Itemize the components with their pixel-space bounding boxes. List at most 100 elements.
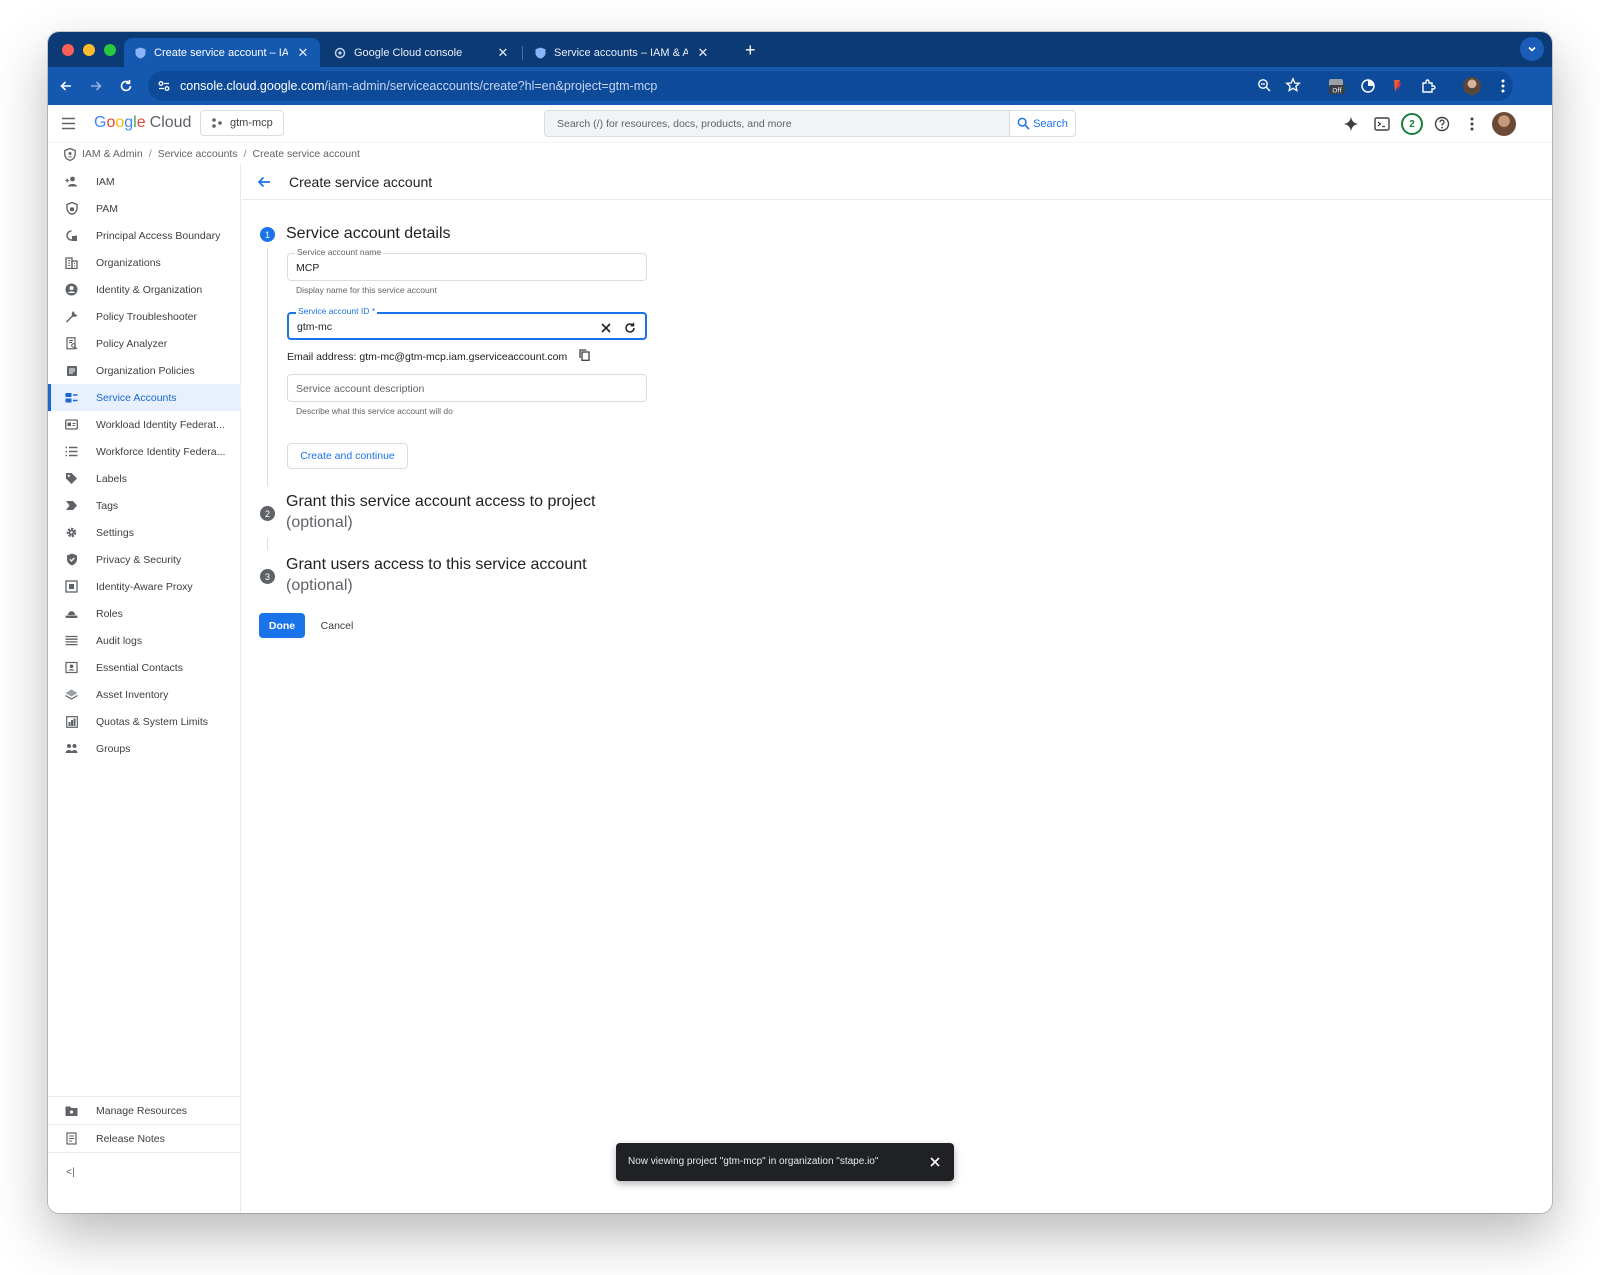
clear-icon[interactable] — [600, 321, 612, 339]
url-text: console.cloud.google.com/iam-admin/servi… — [180, 79, 657, 93]
create-and-continue-button[interactable]: Create and continue — [287, 443, 408, 469]
bookmark-star-icon[interactable] — [1285, 77, 1301, 98]
copy-icon[interactable] — [579, 349, 590, 364]
site-settings-icon[interactable] — [157, 79, 171, 98]
sidebar-item-roles[interactable]: Roles — [48, 600, 241, 627]
sidebar-item-settings[interactable]: Settings — [48, 519, 241, 546]
sidebar-item-quotas-system-limits[interactable]: Quotas & System Limits — [48, 708, 241, 735]
profile-avatar[interactable] — [1462, 76, 1482, 96]
sidebar-item-policy-troubleshooter[interactable]: Policy Troubleshooter — [48, 303, 241, 330]
person-add-icon — [65, 175, 78, 188]
address-bar[interactable]: console.cloud.google.com/iam-admin/servi… — [148, 71, 1513, 101]
sidebar-item-organizations[interactable]: Organizations — [48, 249, 241, 276]
extension-off-icon[interactable]: Off — [1326, 76, 1346, 96]
sidebar-item-workload-identity-federation[interactable]: Workload Identity Federat... — [48, 411, 241, 438]
sidebar-item-iam[interactable]: IAM — [48, 168, 241, 195]
sidebar-item-identity-organization[interactable]: Identity & Organization — [48, 276, 241, 303]
service-account-id-field[interactable]: Service account ID * gtm-mc — [287, 306, 647, 340]
snackbar-message: Now viewing project "gtm-mcp" in organiz… — [628, 1156, 879, 1167]
step-1-title: Service account details — [286, 225, 451, 242]
sidebar-item-labels[interactable]: Labels — [48, 465, 241, 492]
sidebar-item-workforce-identity-federation[interactable]: Workforce Identity Federa... — [48, 438, 241, 465]
browser-window: Create service account – IAM ✕ Google Cl… — [48, 32, 1552, 1213]
search-input[interactable]: Search (/) for resources, docs, products… — [544, 110, 1076, 137]
regenerate-icon[interactable] — [624, 321, 636, 339]
hamburger-menu-icon[interactable] — [61, 117, 76, 135]
browser-toolbar: console.cloud.google.com/iam-admin/servi… — [48, 67, 1552, 105]
extensions-puzzle-icon[interactable] — [1418, 76, 1438, 96]
sidebar-item-identity-aware-proxy[interactable]: Identity-Aware Proxy — [48, 573, 241, 600]
tab-close-icon[interactable]: ✕ — [696, 45, 710, 61]
page-title: Create service account — [289, 174, 433, 190]
reload-icon — [120, 80, 132, 92]
stape-extension-icon[interactable] — [1387, 76, 1407, 96]
wrench-icon — [65, 310, 78, 323]
sidebar-item-manage-resources[interactable]: Manage Resources — [48, 1097, 241, 1124]
sidebar-item-policy-analyzer[interactable]: Policy Analyzer — [48, 330, 241, 357]
tab-create-service-account[interactable]: Create service account – IAM ✕ — [124, 38, 320, 67]
step-1-indicator: 1 — [260, 227, 275, 242]
sidebar-item-organization-policies[interactable]: Organization Policies — [48, 357, 241, 384]
collapse-sidebar-button[interactable]: <| — [48, 1158, 241, 1185]
account-avatar[interactable] — [1491, 111, 1517, 137]
sidebar-item-release-notes[interactable]: Release Notes — [48, 1125, 241, 1152]
project-picker-button[interactable]: gtm-mcp — [200, 110, 284, 136]
tab-close-icon[interactable]: ✕ — [496, 45, 510, 61]
sidebar-item-audit-logs[interactable]: Audit logs — [48, 627, 241, 654]
reload-button[interactable] — [116, 76, 136, 96]
notifications-button[interactable]: 2 — [1401, 113, 1423, 135]
tab-service-accounts[interactable]: Service accounts – IAM & Ad ✕ — [524, 38, 720, 67]
sidebar-item-privacy-security[interactable]: Privacy & Security — [48, 546, 241, 573]
sidebar-item-tags[interactable]: Tags — [48, 492, 241, 519]
new-tab-button[interactable]: + — [745, 40, 756, 61]
sidebar-item-groups[interactable]: Groups — [48, 735, 241, 762]
tab-search-button[interactable] — [1520, 37, 1544, 61]
sidebar-item-essential-contacts[interactable]: Essential Contacts — [48, 654, 241, 681]
forward-button[interactable] — [86, 76, 106, 96]
search-button[interactable]: Search — [1009, 111, 1075, 136]
sidebar-item-asset-inventory[interactable]: Asset Inventory — [48, 681, 241, 708]
zoom-window-button[interactable] — [104, 44, 116, 56]
step-3-indicator: 3 — [260, 569, 275, 584]
service-account-id-value: gtm-mc — [297, 321, 332, 333]
done-button[interactable]: Done — [259, 613, 305, 638]
page-header: Create service account — [242, 164, 1552, 200]
tab-label: Google Cloud console — [354, 46, 463, 59]
quota-chart-icon — [65, 715, 78, 728]
search-placeholder: Search (/) for resources, docs, products… — [557, 118, 792, 130]
service-account-description-field[interactable]: Service account description — [287, 374, 647, 402]
breadcrumb-service-accounts[interactable]: Service accounts — [158, 148, 238, 160]
chevron-down-icon — [1528, 46, 1536, 52]
extension-badge: Off — [1332, 87, 1342, 95]
back-arrow-icon[interactable] — [256, 174, 272, 190]
minimize-window-button[interactable] — [83, 44, 95, 56]
sidebar-item-pam[interactable]: PAM — [48, 195, 241, 222]
step-3-title[interactable]: Grant users access to this service accou… — [286, 554, 587, 596]
building-icon — [65, 256, 78, 269]
service-account-name-field[interactable]: Service account name MCP — [287, 247, 647, 281]
close-window-button[interactable] — [62, 44, 74, 56]
analytics-extension-icon[interactable] — [1358, 76, 1378, 96]
tab-google-cloud-console[interactable]: Google Cloud console ✕ — [324, 38, 520, 67]
chevron-tag-icon — [65, 499, 78, 512]
browser-menu-icon[interactable] — [1493, 76, 1513, 96]
gemini-sparkle-icon[interactable] — [1340, 113, 1362, 135]
shield-icon — [64, 147, 76, 161]
cancel-button[interactable]: Cancel — [312, 613, 362, 638]
sidebar-item-principal-access-boundary[interactable]: Principal Access Boundary — [48, 222, 241, 249]
breadcrumb-iam-admin[interactable]: IAM & Admin — [82, 148, 143, 160]
tab-close-icon[interactable]: ✕ — [296, 45, 310, 61]
step-2-title[interactable]: Grant this service account access to pro… — [286, 491, 595, 533]
zoom-icon[interactable] — [1257, 78, 1272, 98]
google-cloud-logo[interactable]: Google Cloud — [94, 114, 191, 132]
snackbar-close-icon[interactable] — [928, 1155, 942, 1169]
sidebar-item-service-accounts[interactable]: Service Accounts — [48, 384, 241, 411]
back-button[interactable] — [56, 76, 76, 96]
cloud-shell-icon[interactable] — [1371, 113, 1393, 135]
more-options-icon[interactable] — [1461, 113, 1483, 135]
service-account-icon — [65, 391, 78, 404]
window-controls — [62, 44, 116, 56]
collapse-icon: <| — [66, 1166, 75, 1178]
help-icon[interactable] — [1431, 113, 1453, 135]
url-host: console.cloud.google.com — [180, 79, 325, 93]
